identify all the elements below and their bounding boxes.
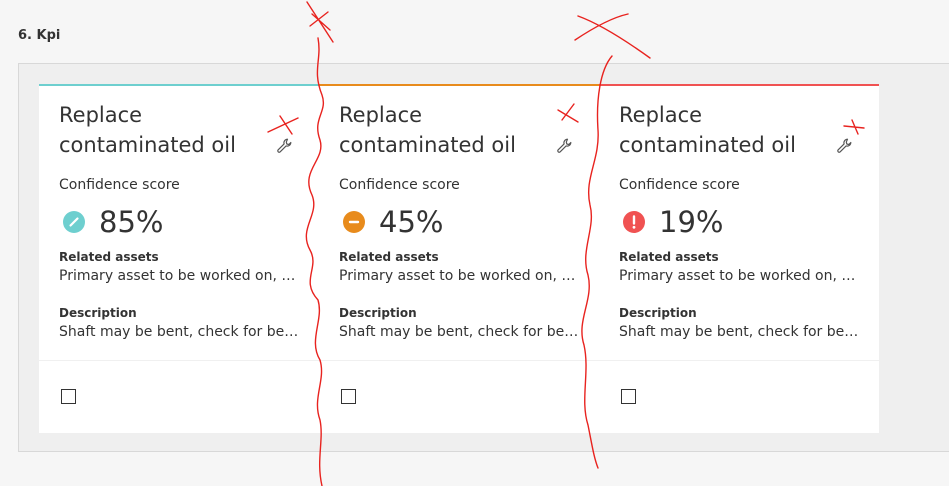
- kpi-card[interactable]: Replace contaminated oil Confidence scor…: [599, 84, 879, 433]
- confidence-value: 19%: [659, 205, 724, 239]
- annotation-x-mark: [574, 13, 651, 59]
- wrench-icon[interactable]: [835, 137, 853, 155]
- card-title: Replace contaminated oil: [59, 103, 236, 157]
- description-label: Description: [339, 306, 417, 320]
- section-title: 6. Kpi: [18, 28, 61, 43]
- card-footer: [599, 360, 879, 434]
- card-accent-border: [599, 84, 879, 86]
- related-assets-value: Primary asset to be worked on, other ass…: [59, 268, 299, 284]
- confidence-score-row: 85%: [59, 204, 163, 240]
- confidence-label: Confidence score: [59, 177, 180, 193]
- confidence-score-row: 19%: [619, 204, 723, 240]
- wrench-icon[interactable]: [555, 137, 573, 155]
- kpi-card[interactable]: Replace contaminated oil Confidence scor…: [39, 84, 319, 433]
- related-assets-label: Related assets: [339, 250, 439, 264]
- description-value: Shaft may be bent, check for bending: [59, 324, 299, 340]
- select-checkbox[interactable]: [621, 389, 636, 404]
- related-assets-value: Primary asset to be worked on, other ass…: [619, 268, 859, 284]
- related-assets-value: Primary asset to be worked on, other ass…: [339, 268, 579, 284]
- confidence-score-row: 45%: [339, 204, 443, 240]
- minus-circle-icon: [343, 211, 365, 233]
- select-checkbox[interactable]: [341, 389, 356, 404]
- wrench-icon[interactable]: [275, 137, 293, 155]
- kpi-cards: Replace contaminated oil Confidence scor…: [39, 84, 879, 433]
- card-title: Replace contaminated oil: [339, 103, 516, 157]
- confidence-value: 85%: [99, 205, 164, 239]
- select-checkbox[interactable]: [61, 389, 76, 404]
- check-circle-icon: [63, 211, 85, 233]
- related-assets-label: Related assets: [59, 250, 159, 264]
- related-assets-label: Related assets: [619, 250, 719, 264]
- description-label: Description: [619, 306, 697, 320]
- description-value: Shaft may be bent, check for bending: [619, 324, 859, 340]
- card-footer: [319, 360, 599, 434]
- alert-circle-icon: [623, 211, 645, 233]
- confidence-value: 45%: [379, 205, 444, 239]
- card-title: Replace contaminated oil: [619, 103, 796, 157]
- annotation-x-mark: [306, 1, 334, 43]
- card-accent-border: [319, 84, 599, 86]
- card-accent-border: [39, 84, 319, 86]
- description-label: Description: [59, 306, 137, 320]
- card-footer: [39, 360, 319, 434]
- confidence-label: Confidence score: [339, 177, 460, 193]
- description-value: Shaft may be bent, check for bending: [339, 324, 579, 340]
- kpi-card[interactable]: Replace contaminated oil Confidence scor…: [319, 84, 599, 433]
- confidence-label: Confidence score: [619, 177, 740, 193]
